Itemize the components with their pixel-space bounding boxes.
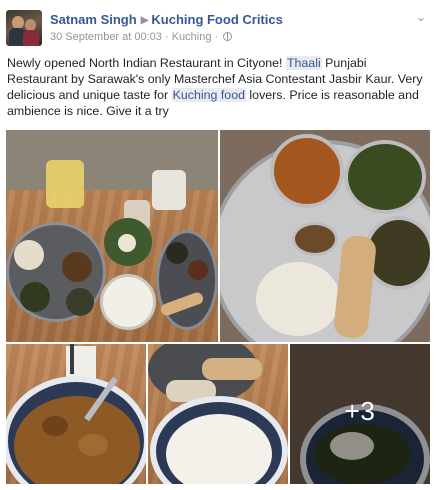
post-location-link[interactable]: Kuching: [172, 31, 212, 43]
more-photos-overlay[interactable]: +3: [290, 344, 430, 484]
post-text: Newly opened North Indian Restaurant in …: [7, 55, 429, 119]
post-photo-3[interactable]: [6, 344, 146, 484]
post-timestamp-link[interactable]: 30 September at 00:03: [50, 31, 162, 43]
meta-separator: ·: [164, 31, 169, 43]
chevron-down-icon[interactable]: ⌄: [416, 10, 426, 24]
group-name-link[interactable]: Kuching Food Critics: [151, 12, 282, 27]
post-photo-1[interactable]: [6, 130, 218, 342]
post-photo-4[interactable]: [148, 344, 288, 484]
post-photo-5[interactable]: +3: [290, 344, 430, 484]
hashtag-thaali[interactable]: Thaali: [285, 56, 322, 70]
triangle-right-icon: ▶: [140, 15, 149, 26]
author-name-link[interactable]: Satnam Singh: [50, 12, 137, 27]
author-avatar[interactable]: [6, 10, 42, 46]
post-header-names: Satnam Singh ▶ Kuching Food Critics: [50, 12, 283, 27]
post-meta: 30 September at 00:03 · Kuching ·: [50, 31, 233, 43]
globe-icon[interactable]: [223, 32, 233, 41]
facebook-post: Satnam Singh ▶ Kuching Food Critics 30 Sep…: [0, 0, 436, 490]
post-photo-2[interactable]: [220, 130, 430, 342]
meta-separator-2: ·: [214, 31, 219, 43]
post-text-part-1: Newly opened North Indian Restaurant in …: [7, 56, 286, 70]
hashtag-kuching-food[interactable]: Kuching food: [171, 88, 246, 102]
